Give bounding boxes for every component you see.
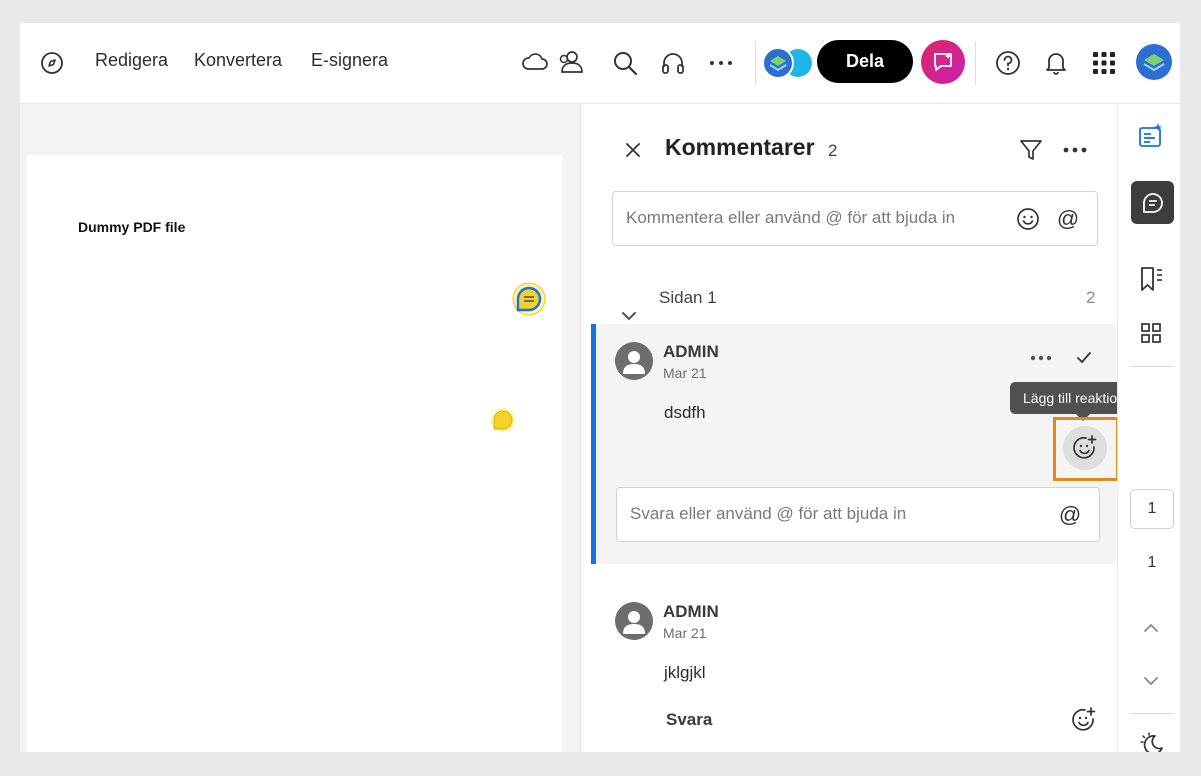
comments-tab[interactable] xyxy=(1131,181,1174,224)
reply-button[interactable]: Svara xyxy=(666,710,712,730)
reply-input[interactable]: Svara eller använd @ för att bjuda in @ xyxy=(616,487,1100,542)
menu-redigera[interactable]: Redigera xyxy=(95,50,168,71)
comments-panel: Kommentarer 2 Kommentera eller använd @ … xyxy=(580,104,1151,752)
page-section-label[interactable]: Sidan 1 xyxy=(659,288,717,308)
comment-author: ADMIN xyxy=(663,602,719,621)
rail-divider xyxy=(1130,713,1174,714)
emoji-icon[interactable] xyxy=(1015,206,1041,232)
bell-icon[interactable] xyxy=(1041,48,1071,78)
people-icon[interactable] xyxy=(556,47,586,77)
headphones-icon[interactable] xyxy=(658,48,688,78)
compass-icon[interactable] xyxy=(38,49,66,77)
toolbar-divider xyxy=(975,41,976,85)
app-window: Redigera Konvertera E-signera Dela Dummy… xyxy=(20,23,1180,752)
close-icon[interactable] xyxy=(622,139,644,161)
mention-icon[interactable]: @ xyxy=(1055,206,1081,232)
chevron-down-icon[interactable] xyxy=(1140,670,1162,692)
comment-input-placeholder: Kommentera eller använd @ för att bjuda … xyxy=(626,208,956,227)
comment-date: Mar 21 xyxy=(663,365,707,381)
bookmark-icon[interactable] xyxy=(1138,265,1164,293)
more-icon[interactable] xyxy=(706,48,736,78)
comment-more-icon[interactable] xyxy=(1026,349,1056,367)
comment-author: ADMIN xyxy=(663,342,719,361)
comment-date: Mar 21 xyxy=(663,625,707,641)
comment-input[interactable]: Kommentera eller använd @ för att bjuda … xyxy=(612,191,1098,246)
top-toolbar: Redigera Konvertera E-signera Dela xyxy=(20,23,1180,104)
comment-text: jklgjkl xyxy=(664,663,706,682)
thumbnails-grid-icon[interactable] xyxy=(1139,321,1163,345)
current-page-field[interactable]: 1 xyxy=(1130,489,1174,529)
pdf-page[interactable]: Dummy PDF file xyxy=(27,155,562,752)
comment-text: dsdfh xyxy=(664,403,706,422)
comment-count: 2 xyxy=(828,141,838,160)
page-section-count: 2 xyxy=(1086,288,1096,307)
total-pages: 1 xyxy=(1147,554,1157,571)
dark-mode-icon[interactable] xyxy=(1137,731,1167,752)
document-viewer[interactable]: Dummy PDF file xyxy=(20,104,586,752)
rail-divider xyxy=(1130,366,1174,367)
comment-marker-icon[interactable] xyxy=(490,407,516,433)
ai-summary-icon[interactable] xyxy=(1137,122,1165,150)
avatar xyxy=(615,602,653,640)
comment-bubble-icon xyxy=(1140,190,1166,216)
chevron-up-icon[interactable] xyxy=(1140,617,1162,639)
add-reaction-button[interactable] xyxy=(1063,426,1107,470)
document-title: Dummy PDF file xyxy=(78,219,186,235)
chevron-down-icon[interactable] xyxy=(620,307,638,325)
comment-thread[interactable]: ADMIN Mar 21 dsdfh Svara eller använd @ … xyxy=(591,324,1116,564)
resolve-check-icon[interactable] xyxy=(1074,349,1094,367)
panel-title: Kommentarer xyxy=(665,134,815,160)
search-icon[interactable] xyxy=(610,48,640,78)
avatar-group-icon[interactable] xyxy=(760,45,816,81)
share-button[interactable]: Dela xyxy=(817,40,913,83)
toolbar-divider xyxy=(755,41,756,85)
comment-marker-icon[interactable] xyxy=(512,282,546,316)
avatar xyxy=(615,342,653,380)
mention-icon[interactable]: @ xyxy=(1057,502,1083,528)
add-reaction-icon xyxy=(1072,435,1098,461)
ai-assistant-icon[interactable] xyxy=(921,40,965,84)
apps-grid-icon[interactable] xyxy=(1090,49,1118,77)
cloud-icon[interactable] xyxy=(520,48,550,76)
menu-e-signera[interactable]: E-signera xyxy=(311,50,388,71)
right-rail: 1 1 xyxy=(1117,104,1180,752)
help-icon[interactable] xyxy=(993,48,1023,78)
reply-input-placeholder: Svara eller använd @ för att bjuda in xyxy=(630,504,907,523)
filter-icon[interactable] xyxy=(1017,136,1045,164)
panel-more-icon[interactable] xyxy=(1060,136,1090,164)
user-avatar-icon[interactable] xyxy=(1136,44,1172,80)
menu-konvertera[interactable]: Konvertera xyxy=(194,50,282,71)
add-reaction-icon[interactable] xyxy=(1070,706,1098,734)
